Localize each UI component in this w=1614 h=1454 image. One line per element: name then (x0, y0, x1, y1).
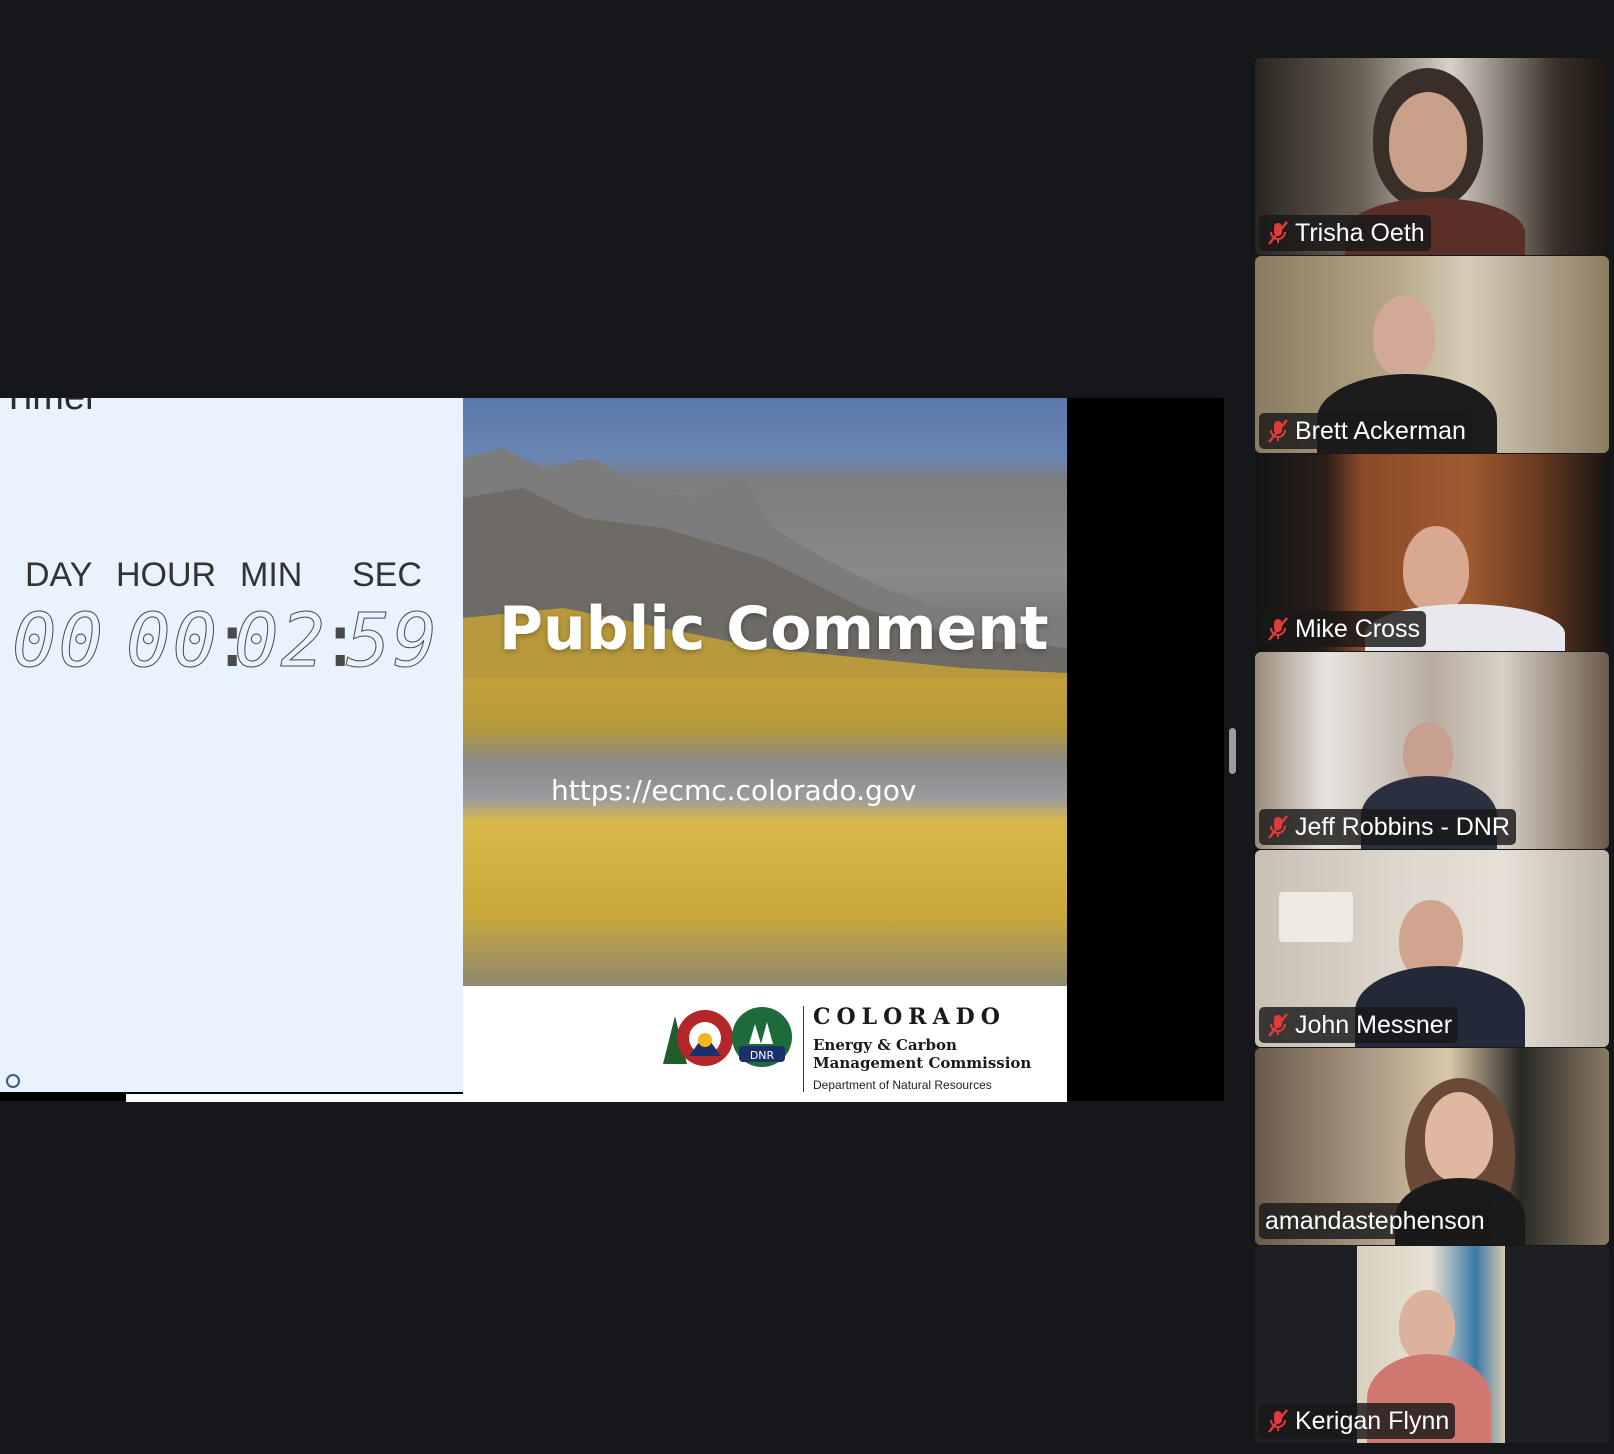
presentation-slide: Public Comment https://ecmc.colorado.gov… (463, 398, 1067, 1101)
participant-face (1425, 1092, 1493, 1182)
shared-screen: Timer DAY HOUR MIN SEC 00 00 : 02 : 59 P… (0, 398, 1224, 1101)
timer-label-min: MIN (240, 556, 303, 594)
muted-mic-icon (1268, 1013, 1288, 1037)
participant-name-tag: amandastephenson (1259, 1203, 1491, 1239)
timer-label-sec: SEC (352, 556, 422, 594)
participant-name: Kerigan Flynn (1295, 1407, 1450, 1435)
colorado-c-logo-icon (663, 1010, 733, 1066)
muted-mic-icon (1268, 1409, 1288, 1433)
org-commission: Energy & Carbon Management Commission (813, 1036, 1032, 1072)
slide-title: Public Comment (499, 594, 1049, 664)
timer-label-day: DAY (25, 556, 93, 594)
slide-footer: DNR COLORADO Energy & Carbon Management … (463, 986, 1067, 1101)
participant-name: Trisha Oeth (1295, 219, 1425, 247)
participant-tile[interactable]: Brett Ackerman (1255, 256, 1609, 453)
muted-mic-icon (1268, 815, 1288, 839)
org-department: Department of Natural Resources (813, 1078, 992, 1092)
screen-edge-strip (126, 1094, 1067, 1102)
dnr-logo-icon: DNR (732, 1007, 792, 1067)
timer-value-hour: 00 (125, 598, 220, 685)
participant-name-tag: Mike Cross (1259, 611, 1427, 647)
logo-divider (803, 1006, 804, 1092)
timer-value-min: 02 (233, 598, 328, 685)
participant-tile[interactable]: John Messner (1255, 850, 1609, 1047)
participant-face (1399, 1290, 1455, 1362)
participant-face (1373, 296, 1435, 376)
participant-name: Jeff Robbins - DNR (1295, 813, 1510, 841)
timer-value-sec: 59 (345, 598, 440, 685)
participant-name: Brett Ackerman (1295, 417, 1466, 445)
slide-url: https://ecmc.colorado.gov (551, 774, 917, 807)
muted-mic-icon (1268, 419, 1288, 443)
participant-face (1389, 92, 1467, 192)
participant-face (1403, 526, 1469, 612)
participant-tile[interactable]: Mike Cross (1255, 454, 1609, 651)
timer-settings-icon[interactable] (6, 1074, 20, 1088)
timer-label-hour: HOUR (116, 556, 217, 594)
timer-labels: DAY HOUR MIN SEC (0, 556, 463, 596)
participant-name: amandastephenson (1265, 1207, 1485, 1235)
participant-name: Mike Cross (1295, 615, 1421, 643)
participant-name-tag: Jeff Robbins - DNR (1259, 809, 1516, 845)
muted-mic-icon (1268, 221, 1288, 245)
timer-digits: 00 00 : 02 : 59 (0, 598, 463, 685)
participant-name-tag: Trisha Oeth (1259, 215, 1431, 251)
participant-face (1403, 722, 1453, 784)
participant-tile[interactable]: Kerigan Flynn (1255, 1246, 1609, 1443)
muted-mic-icon (1268, 617, 1288, 641)
panel-resize-handle[interactable] (1229, 728, 1236, 774)
lamp-shade (1279, 892, 1353, 942)
participant-name: John Messner (1295, 1011, 1453, 1039)
participant-tile[interactable]: Trisha Oeth (1255, 58, 1609, 255)
org-name: COLORADO (813, 1004, 1006, 1030)
countdown-timer-panel: Timer DAY HOUR MIN SEC 00 00 : 02 : 59 (0, 398, 463, 1092)
participant-name-tag: John Messner (1259, 1007, 1459, 1043)
participant-name-tag: Brett Ackerman (1259, 413, 1472, 449)
participant-tile[interactable]: Jeff Robbins - DNR (1255, 652, 1609, 849)
participant-name-tag: Kerigan Flynn (1259, 1403, 1456, 1439)
timer-title: Timer (2, 398, 98, 419)
aspen-mountain-photo (463, 398, 1067, 986)
timer-value-day: 00 (11, 598, 106, 685)
svg-text:DNR: DNR (750, 1049, 775, 1062)
participant-tile-active-speaker[interactable]: amandastephenson (1255, 1048, 1609, 1245)
